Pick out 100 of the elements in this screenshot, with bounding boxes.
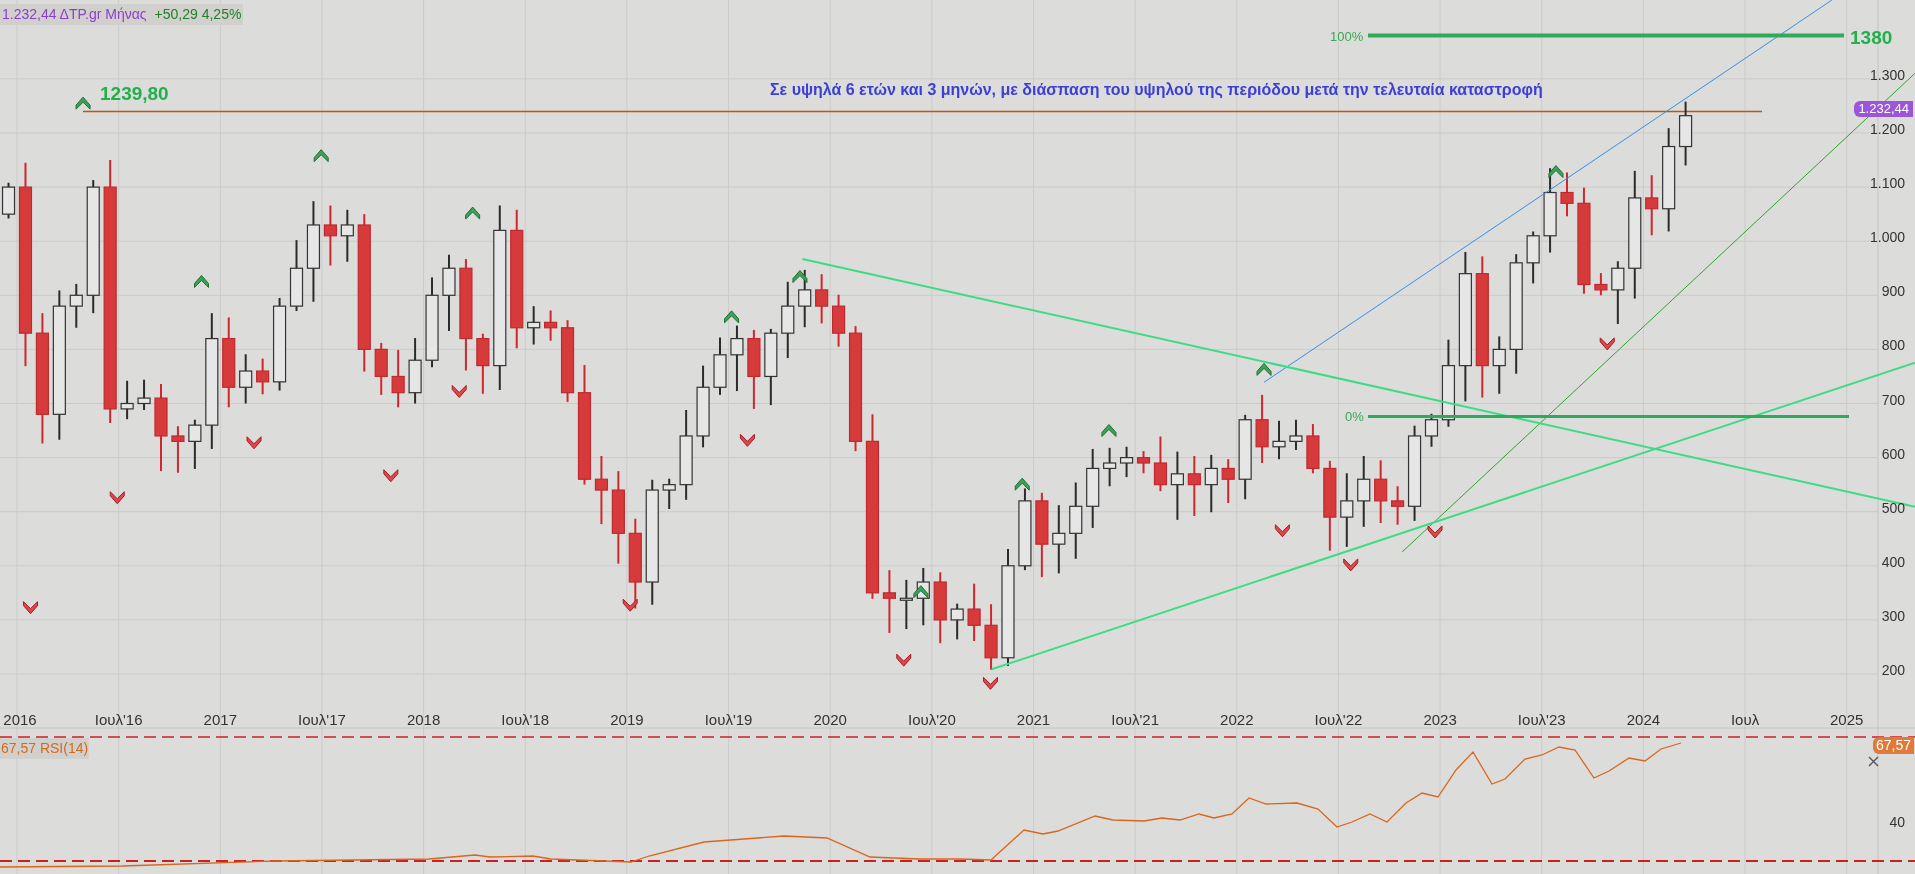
- fibonacci-level-label: 0%: [1345, 408, 1364, 427]
- up-chevron-icon: [75, 96, 91, 110]
- candlestick: [476, 332, 490, 395]
- candlestick: [171, 425, 185, 474]
- candlestick: [544, 309, 558, 342]
- down-chevron-icon: [246, 436, 262, 450]
- high-label: 1239,80: [100, 82, 169, 106]
- close-icon[interactable]: [1868, 756, 1879, 767]
- price-axis-label: 900: [1881, 282, 1905, 302]
- price-axis-label: 600: [1881, 444, 1905, 464]
- time-axis-label: Ιουλ'20: [907, 710, 956, 730]
- time-axis-label: Ιουλ'16: [94, 710, 143, 730]
- time-axis-label: Ιουλ'21: [1111, 710, 1159, 730]
- candlestick: [1136, 450, 1151, 475]
- candlestick: [1272, 419, 1286, 461]
- candlestick: [1289, 418, 1303, 452]
- candlestick: [1526, 230, 1540, 285]
- price-axis-label: 1.300: [1869, 65, 1905, 85]
- candlestick: [882, 569, 896, 634]
- candlestick: [69, 282, 83, 329]
- down-chevron-icon: [622, 598, 638, 612]
- candlestick: [1153, 435, 1168, 493]
- candlestick: [1187, 455, 1201, 518]
- time-axis-label: 2020: [813, 710, 847, 730]
- candlestick: [391, 348, 405, 409]
- price-tag: 1.232,44: [1854, 100, 1913, 117]
- down-chevron-icon: [896, 653, 912, 667]
- price-axis-label: 1.200: [1869, 120, 1905, 139]
- time-axis-label: 2023: [1423, 710, 1457, 730]
- price-axis-label: 1.100: [1869, 174, 1905, 194]
- candlestick: [340, 208, 354, 263]
- price-axis-label: 700: [1881, 390, 1905, 410]
- price-axis-label: 400: [1881, 552, 1905, 572]
- time-axis-label: Ιουλ'23: [1517, 710, 1566, 730]
- down-chevron-icon: [451, 385, 467, 398]
- candlestick: [1560, 171, 1574, 218]
- time-axis-label: 2018: [406, 710, 441, 730]
- time-axis-label: 2024: [1626, 710, 1661, 730]
- down-chevron-icon: [982, 676, 998, 690]
- time-axis-label: 2019: [610, 710, 644, 730]
- up-chevron-icon: [1256, 362, 1272, 376]
- up-chevron-icon: [313, 149, 329, 163]
- down-chevron-icon: [23, 601, 39, 615]
- candlestick: [1594, 272, 1608, 297]
- candlestick: [1306, 423, 1320, 475]
- candlestick: [594, 455, 609, 526]
- down-chevron-icon: [1599, 337, 1615, 351]
- candlestick: [662, 477, 676, 510]
- candlestick: [1611, 260, 1625, 325]
- candlestick: [1424, 412, 1439, 448]
- time-axis-label: Ιουλ'22: [1314, 710, 1363, 730]
- candlestick: [323, 204, 337, 267]
- up-chevron-icon: [1548, 165, 1564, 179]
- time-axis-label: 2021: [1016, 710, 1051, 730]
- candlestick: [256, 357, 270, 396]
- candlestick: [730, 324, 744, 393]
- up-chevron-icon: [1101, 423, 1117, 437]
- chart-annotation: Σε υψηλά 6 ετών και 3 μηνών, με διάσπαση του υψηλού της περιόδου μετά την τελευταία καταστροφή: [770, 80, 1543, 100]
- candlestick: [984, 603, 998, 671]
- candlestick: [1052, 504, 1066, 575]
- candlestick: [1391, 485, 1405, 526]
- candlestick: [713, 336, 727, 396]
- candlestick: [374, 341, 388, 396]
- down-chevron-icon: [1343, 558, 1359, 572]
- candlestick: [899, 578, 913, 631]
- time-axis-label: Ιουλ'19: [704, 710, 753, 730]
- fibonacci-target-label: 1380: [1850, 25, 1893, 50]
- down-chevron-icon: [1427, 525, 1443, 539]
- time-axis-label: 2025: [1830, 710, 1864, 730]
- candlestick: [408, 337, 422, 405]
- candlestick: [1255, 393, 1269, 464]
- price-axis-label: 1.000: [1869, 228, 1905, 248]
- change-label: +50,29 4,25%: [154, 5, 242, 24]
- time-axis-label: 2017: [203, 710, 237, 730]
- candlestick: [120, 379, 134, 421]
- candlestick: [1204, 453, 1218, 514]
- candlestick: [1679, 100, 1693, 167]
- candlestick: [832, 293, 846, 348]
- candlestick: [1170, 450, 1184, 521]
- candlestick: [527, 305, 541, 346]
- time-axis-label: Ιουλ'18: [501, 710, 550, 730]
- up-chevron-icon: [465, 206, 481, 220]
- rsi-axis-label: 40: [1889, 813, 1905, 832]
- fibonacci-level-label: 100%: [1330, 27, 1364, 46]
- rsi-label: 67,57 RSI(14): [0, 738, 90, 759]
- up-chevron-icon: [913, 585, 929, 599]
- rsi-value-tag: 67,57: [1872, 737, 1914, 754]
- candlestick: [950, 602, 964, 641]
- down-chevron-icon: [1274, 524, 1290, 538]
- candlestick: [1103, 446, 1117, 488]
- up-chevron-icon: [724, 310, 740, 324]
- candlestick: [798, 268, 812, 329]
- candlestick: [239, 353, 253, 405]
- price-axis-label: 500: [1881, 498, 1905, 518]
- down-chevron-icon: [109, 491, 125, 505]
- time-axis-label: 2016: [3, 710, 37, 730]
- up-chevron-icon: [792, 270, 808, 284]
- symbol-label: 1.232,44 ΔTP.gr Μήνας: [2, 5, 147, 24]
- down-chevron-icon: [739, 433, 755, 447]
- candlestick: [188, 418, 202, 470]
